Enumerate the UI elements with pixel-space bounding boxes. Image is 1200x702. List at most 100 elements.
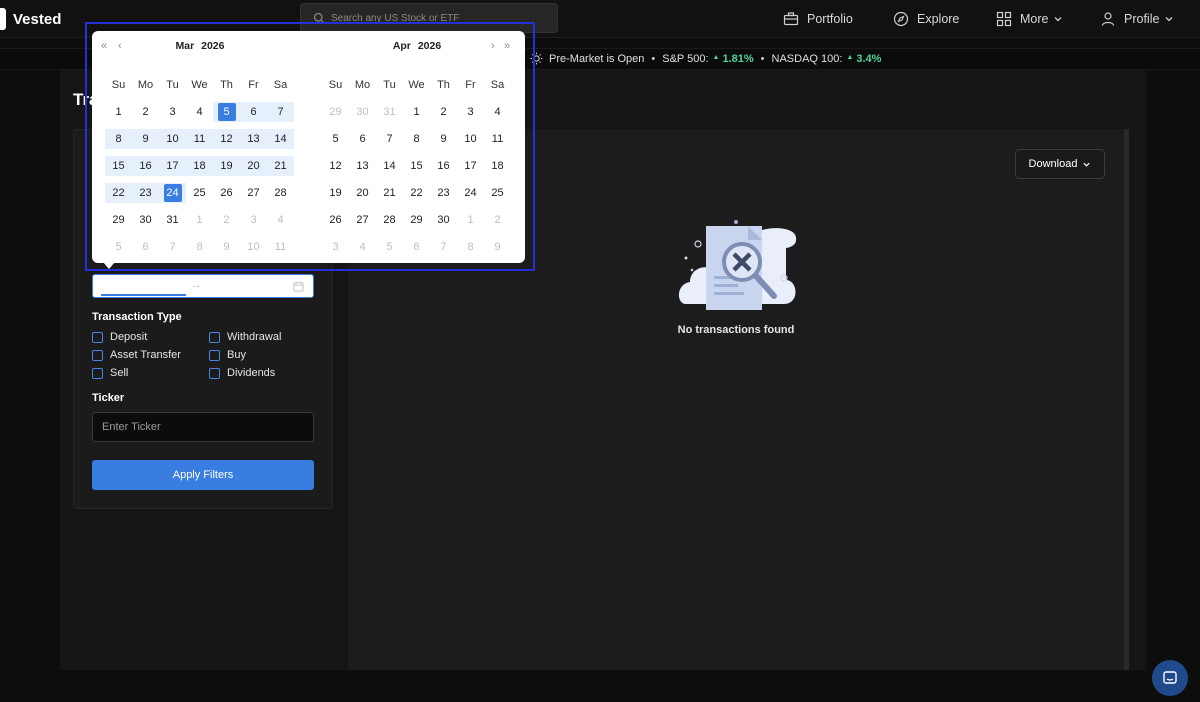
calendar-day[interactable]: 10 [240,237,267,257]
calendar-day-in-range[interactable]: 20 [240,155,267,176]
calendar-day[interactable]: 3 [159,102,186,122]
calendar-day-in-range[interactable]: 16 [132,155,159,176]
calendar-day[interactable]: 3 [457,102,484,122]
calendar-day-in-range[interactable]: 14 [267,128,294,149]
checkbox-asset-transfer[interactable]: Asset Transfer [92,349,181,361]
nav-portfolio[interactable]: Portfolio [783,0,853,38]
calendar-day[interactable]: 16 [430,156,457,176]
calendar-day-selected[interactable]: 5 [213,101,240,122]
calendar-day[interactable]: 7 [159,237,186,257]
calendar-day-in-range[interactable]: 6 [240,101,267,122]
apply-filters-button[interactable]: Apply Filters [92,460,314,490]
calendar-day[interactable]: 23 [430,183,457,203]
calendar-day-in-range[interactable]: 8 [105,128,132,149]
calendar-day-in-range[interactable]: 22 [105,182,132,203]
calendar-day[interactable]: 5 [105,237,132,257]
calendar-day[interactable]: 25 [484,183,511,203]
calendar-day-in-range[interactable]: 11 [186,128,213,149]
calendar-day[interactable]: 29 [322,102,349,122]
calendar-year[interactable]: 2026 [201,40,224,52]
calendar-day[interactable]: 31 [376,102,403,122]
checkbox-box[interactable] [209,331,220,343]
calendar-day[interactable]: 17 [457,156,484,176]
calendar-day[interactable]: 27 [349,210,376,230]
calendar-day-in-range[interactable]: 13 [240,128,267,149]
checkbox-deposit[interactable]: Deposit [92,331,147,343]
calendar-day[interactable]: 8 [403,129,430,149]
checkbox-dividends[interactable]: Dividends [209,367,275,379]
calendar-day[interactable]: 7 [430,237,457,257]
calendar-day[interactable]: 30 [349,102,376,122]
calendar-day[interactable]: 29 [105,210,132,230]
calendar-day[interactable]: 2 [484,210,511,230]
calendar-day[interactable]: 6 [349,129,376,149]
calendar-day[interactable]: 6 [403,237,430,257]
calendar-day[interactable]: 27 [240,183,267,203]
checkbox-withdrawal[interactable]: Withdrawal [209,331,281,343]
nav-profile[interactable]: Profile [1100,0,1174,38]
search-input[interactable] [331,12,551,24]
calendar-day[interactable]: 30 [132,210,159,230]
calendar-month-name[interactable]: Mar [176,40,195,52]
calendar-day-in-range[interactable]: 10 [159,128,186,149]
calendar-day-in-range[interactable]: 19 [213,155,240,176]
ticker-input[interactable] [92,412,314,442]
calendar-day[interactable]: 8 [186,237,213,257]
calendar-day[interactable]: 20 [349,183,376,203]
calendar-day[interactable]: 1 [105,102,132,122]
calendar-year[interactable]: 2026 [418,40,441,52]
calendar-day[interactable]: 21 [376,183,403,203]
calendar-day[interactable]: 1 [457,210,484,230]
nav-explore[interactable]: Explore [893,0,959,38]
calendar-day[interactable]: 24 [457,183,484,203]
calendar-day[interactable]: 4 [267,210,294,230]
checkbox-box[interactable] [92,349,103,361]
search-bar[interactable] [300,3,558,33]
calendar-day-in-range[interactable]: 18 [186,155,213,176]
download-button[interactable]: Download [1015,149,1105,179]
calendar-day[interactable]: 30 [430,210,457,230]
calendar-day[interactable]: 1 [186,210,213,230]
calendar-day[interactable]: 28 [267,183,294,203]
calendar-day-in-range[interactable]: 15 [105,155,132,176]
brand-logo[interactable]: Vested [0,6,61,32]
calendar-day[interactable]: 31 [159,210,186,230]
calendar-day-in-range[interactable]: 9 [132,128,159,149]
calendar-day[interactable]: 12 [322,156,349,176]
calendar-day[interactable]: 10 [457,129,484,149]
calendar-day[interactable]: 4 [484,102,511,122]
calendar-day-in-range[interactable]: 12 [213,128,240,149]
calendar-day[interactable]: 2 [213,210,240,230]
checkbox-box[interactable] [209,367,220,379]
calendar-day[interactable]: 4 [349,237,376,257]
calendar-day[interactable]: 9 [213,237,240,257]
calendar-day[interactable]: 4 [186,102,213,122]
calendar-day[interactable]: 15 [403,156,430,176]
calendar-day[interactable]: 11 [267,237,294,257]
calendar-day[interactable]: 8 [457,237,484,257]
calendar-day[interactable]: 9 [484,237,511,257]
calendar-day[interactable]: 11 [484,129,511,149]
calendar-day[interactable]: 18 [484,156,511,176]
calendar-day-in-range[interactable]: 23 [132,182,159,203]
calendar-month-name[interactable]: Apr [393,40,411,52]
calendar-day[interactable]: 3 [322,237,349,257]
calendar-day[interactable]: 5 [376,237,403,257]
calendar-day[interactable]: 5 [322,129,349,149]
calendar-day-in-range[interactable]: 7 [267,101,294,122]
calendar-day[interactable]: 1 [403,102,430,122]
calendar-day[interactable]: 2 [132,102,159,122]
calendar-icon[interactable] [293,281,304,292]
calendar-day[interactable]: 6 [132,237,159,257]
calendar-day[interactable]: 3 [240,210,267,230]
calendar-day[interactable]: 13 [349,156,376,176]
calendar-day[interactable]: 9 [430,129,457,149]
checkbox-buy[interactable]: Buy [209,349,246,361]
nav-more[interactable]: More [996,0,1063,38]
calendar-day[interactable]: 25 [186,183,213,203]
calendar-day[interactable]: 14 [376,156,403,176]
calendar-day[interactable]: 28 [376,210,403,230]
calendar-day[interactable]: 7 [376,129,403,149]
checkbox-box[interactable] [209,349,220,361]
checkbox-box[interactable] [92,367,103,379]
